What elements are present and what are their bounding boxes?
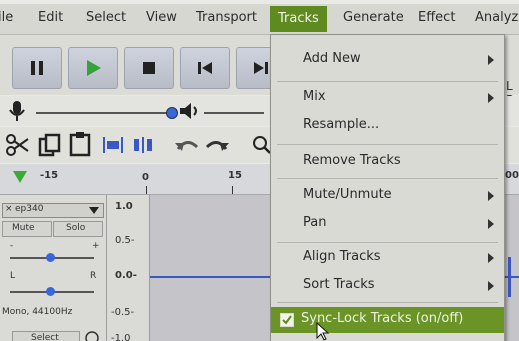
menu-item-align-tracks[interactable]: Align Tracks xyxy=(271,245,504,271)
submenu-arrow-icon xyxy=(488,253,494,263)
pan-right-label: R xyxy=(90,271,97,281)
submenu-arrow-icon xyxy=(488,219,494,229)
menu-item-label: Pan xyxy=(303,215,327,230)
stop-button[interactable] xyxy=(124,47,174,89)
speaker-icon xyxy=(180,103,197,119)
paste-icon[interactable] xyxy=(68,131,92,157)
cut-icon[interactable] xyxy=(6,133,30,157)
menu-view[interactable]: View xyxy=(146,10,177,25)
menu-separator xyxy=(277,302,498,303)
scale-label: 0.0- xyxy=(115,270,137,281)
track-menu-button[interactable]: × ep340 xyxy=(2,203,104,218)
menu-effect[interactable]: Effect xyxy=(418,10,455,25)
mute-label: Mute xyxy=(12,223,35,233)
menu-analyze[interactable]: Analyz xyxy=(475,10,518,25)
track-name: ep340 xyxy=(15,204,44,214)
menu-separator xyxy=(277,178,498,179)
trim-audio-icon[interactable] xyxy=(100,135,126,155)
menu-item-label: Align Tracks xyxy=(303,249,381,264)
skip-to-start-button[interactable] xyxy=(180,47,230,89)
scale-label: -0.5- xyxy=(111,307,135,318)
ruler-tick-label: 00 xyxy=(505,170,519,181)
track-info: Mono, 44100Hz xyxy=(2,307,73,317)
menu-item-label: Sort Tracks xyxy=(303,277,375,292)
menu-item-label: Remove Tracks xyxy=(303,153,401,168)
menu-item-mute-unmute[interactable]: Mute/Unmute xyxy=(271,183,504,209)
collapse-icon[interactable] xyxy=(84,330,100,341)
undo-icon[interactable] xyxy=(174,135,200,155)
menu-item-label: Mute/Unmute xyxy=(303,187,392,202)
pin-playhead-icon[interactable] xyxy=(12,170,28,184)
scale-label: 0.5- xyxy=(115,235,135,246)
copy-icon[interactable] xyxy=(38,133,62,157)
zoom-in-icon[interactable] xyxy=(252,135,272,155)
scale-label: -1.0 xyxy=(111,333,131,341)
gain-minus-label: - xyxy=(10,241,14,251)
select-label: Select xyxy=(31,333,59,341)
close-icon[interactable]: × xyxy=(5,204,13,214)
submenu-arrow-icon xyxy=(488,281,494,291)
mute-button[interactable]: Mute xyxy=(2,221,52,237)
meter-label-left: L xyxy=(506,79,513,93)
chevron-down-icon xyxy=(89,207,99,214)
pan-slider-thumb[interactable] xyxy=(46,287,55,296)
menu-separator xyxy=(277,81,498,82)
solo-button[interactable]: Solo xyxy=(53,221,103,237)
ruler-tick-label: -15 xyxy=(40,170,59,181)
solo-label: Solo xyxy=(66,223,86,233)
stop-icon xyxy=(143,62,155,74)
playback-volume-slider[interactable] xyxy=(204,112,264,114)
waveform-peak xyxy=(508,257,511,297)
recording-volume-slider[interactable] xyxy=(36,112,170,114)
gain-slider-thumb[interactable] xyxy=(46,253,55,262)
menu-item-label: Add New xyxy=(303,51,361,66)
menu-item-remove-tracks[interactable]: Remove Tracks xyxy=(271,149,504,175)
menu-item-sort-tracks[interactable]: Sort Tracks xyxy=(271,273,504,299)
select-track-button[interactable]: Select xyxy=(12,331,80,341)
menu-item-resample[interactable]: Resample... xyxy=(271,113,504,139)
pause-button[interactable] xyxy=(12,47,62,89)
recording-volume-thumb[interactable] xyxy=(166,107,178,119)
submenu-arrow-icon xyxy=(488,93,494,103)
menu-item-pan[interactable]: Pan xyxy=(271,211,504,237)
skip-start-icon xyxy=(198,62,212,74)
vertical-scale: 1.0 0.5- 0.0- -0.5- -1.0 xyxy=(107,195,150,341)
audacity-window: ile Edit Select View Transport Tracks Ge… xyxy=(0,0,519,341)
menu-item-label: Mix xyxy=(303,89,326,104)
ruler-tick xyxy=(146,186,147,194)
submenu-arrow-icon xyxy=(488,191,494,201)
menu-separator xyxy=(277,144,498,145)
menu-select[interactable]: Select xyxy=(86,10,126,25)
menu-bar: ile Edit Select View Transport Tracks Ge… xyxy=(0,4,519,35)
pan-left-label: L xyxy=(10,271,16,281)
ruler-tick xyxy=(232,186,233,194)
checkbox-checked-icon xyxy=(280,313,294,327)
menu-item-label: Resample... xyxy=(303,117,380,132)
silence-audio-icon[interactable] xyxy=(130,135,156,155)
menu-tracks[interactable]: Tracks xyxy=(270,6,327,32)
track-control-panel: × ep340 Mute Solo - + L R Mono, 44100Hz … xyxy=(0,195,107,341)
menu-edit[interactable]: Edit xyxy=(38,10,63,25)
menu-file[interactable]: ile xyxy=(0,10,13,25)
scale-label: 1.0 xyxy=(115,201,133,212)
submenu-arrow-icon xyxy=(488,55,494,65)
menu-item-mix[interactable]: Mix xyxy=(271,85,504,111)
pause-icon xyxy=(31,61,43,75)
tracks-menu: Add New Mix Resample... Remove Tracks Mu… xyxy=(270,34,505,341)
menu-separator xyxy=(277,242,498,243)
play-icon xyxy=(87,60,101,76)
ruler-tick-label: 0 xyxy=(142,172,149,183)
menu-item-add-new[interactable]: Add New xyxy=(271,47,504,73)
play-button[interactable] xyxy=(68,47,118,89)
mouse-cursor-icon xyxy=(316,322,330,341)
menu-generate[interactable]: Generate xyxy=(343,10,404,25)
menu-item-sync-lock-tracks[interactable]: Sync-Lock Tracks (on/off) xyxy=(271,307,504,333)
redo-icon[interactable] xyxy=(204,135,230,155)
microphone-icon xyxy=(9,101,25,121)
ruler-tick-label: 15 xyxy=(228,170,242,181)
menu-transport[interactable]: Transport xyxy=(196,10,257,25)
gain-plus-label: + xyxy=(92,241,100,251)
